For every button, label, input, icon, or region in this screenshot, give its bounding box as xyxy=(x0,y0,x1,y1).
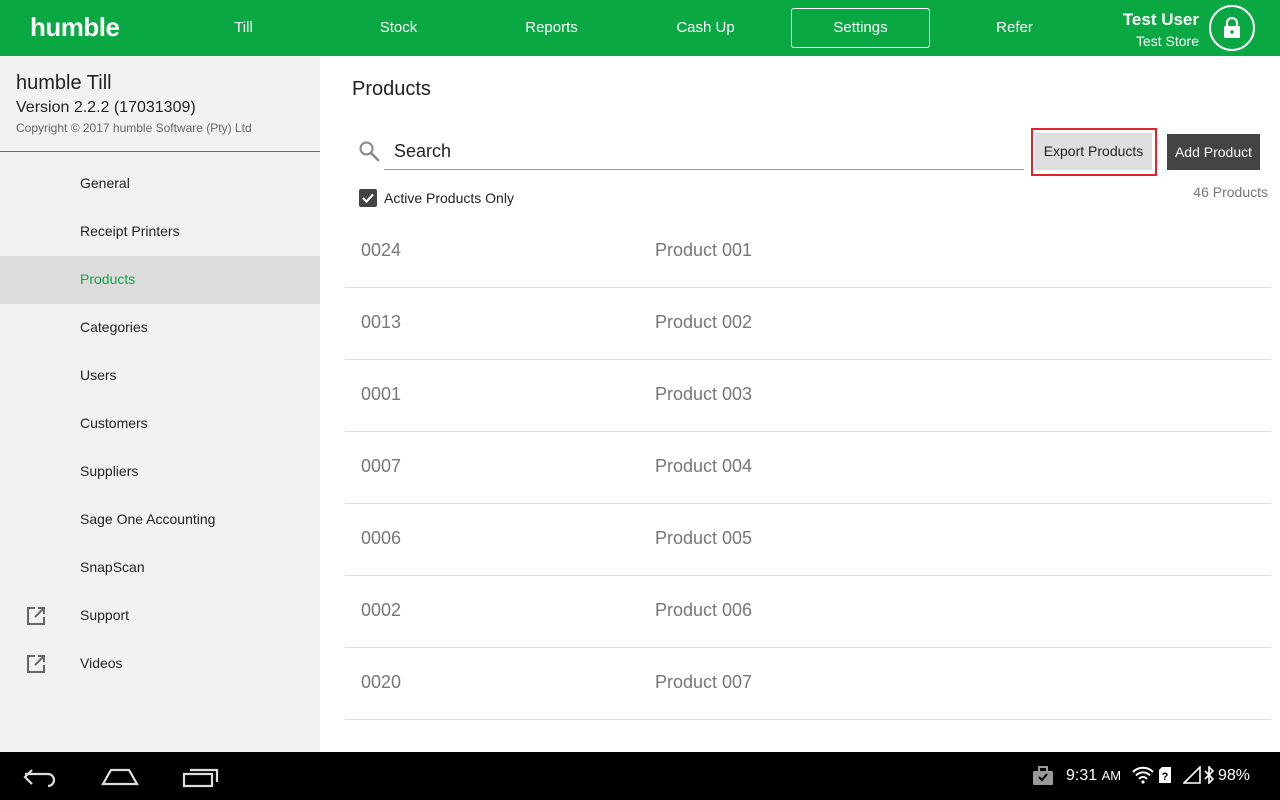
wifi-icon xyxy=(1132,766,1154,784)
product-code: 0013 xyxy=(361,312,402,332)
sidebar-item-label: Categories xyxy=(80,319,148,335)
sidebar-item-label: SnapScan xyxy=(80,559,145,575)
nav-cash-up[interactable]: Cash Up xyxy=(636,8,775,48)
lock-icon xyxy=(1224,17,1240,38)
humble-logo[interactable]: humble xyxy=(30,12,120,43)
sidebar-item-receipt-printers[interactable]: Receipt Printers xyxy=(0,208,320,256)
home-icon[interactable] xyxy=(100,766,140,788)
product-name: Product 003 xyxy=(655,384,753,404)
product-name: Product 002 xyxy=(655,312,753,332)
sidebar-item-label: Suppliers xyxy=(80,463,139,479)
sidebar-item-suppliers[interactable]: Suppliers xyxy=(0,448,320,496)
product-name: Product 007 xyxy=(655,672,753,692)
table-row[interactable]: 0001 Product 003 xyxy=(345,360,1271,432)
user-name: Test User xyxy=(1122,10,1199,29)
table-row[interactable]: 0020 Product 007 xyxy=(345,648,1271,720)
nav-reports[interactable]: Reports xyxy=(482,8,621,48)
external-link-icon xyxy=(27,607,45,625)
active-products-checkbox[interactable] xyxy=(359,189,377,207)
search-field xyxy=(384,134,1024,170)
battery-percent: 98% xyxy=(1218,767,1251,784)
sidebar-item-categories[interactable]: Categories xyxy=(0,304,320,352)
bluetooth-icon xyxy=(1204,766,1215,784)
sim-alert-icon: ? xyxy=(1159,767,1171,783)
nav-refer[interactable]: Refer xyxy=(945,8,1084,48)
top-bar: humble Till Stock Reports Cash Up Settin… xyxy=(0,0,1280,56)
product-code: 0006 xyxy=(361,528,402,548)
product-name: Product 006 xyxy=(655,600,753,620)
clock-time: 9:31 AM xyxy=(1066,767,1122,784)
sidebar-item-support[interactable]: Support xyxy=(0,592,320,640)
recent-apps-icon[interactable] xyxy=(182,766,220,788)
sidebar-item-sage-one-accounting[interactable]: Sage One Accounting xyxy=(0,496,320,544)
table-row[interactable]: 0006 Product 005 xyxy=(345,504,1271,576)
products-panel: Products Export Products Add Product Act… xyxy=(320,56,1280,752)
product-code: 0002 xyxy=(361,600,402,620)
sidebar-item-label: Customers xyxy=(80,415,148,431)
export-products-button[interactable]: Export Products xyxy=(1035,133,1152,170)
cell-signal-icon xyxy=(1183,766,1201,784)
product-code: 0020 xyxy=(361,672,402,692)
product-count: 46 Products xyxy=(1193,184,1268,200)
lock-button[interactable] xyxy=(1209,5,1255,51)
sidebar-item-label: Receipt Printers xyxy=(80,223,180,239)
product-code: 0024 xyxy=(361,240,402,260)
table-row[interactable]: 0013 Product 002 xyxy=(345,288,1271,360)
table-row[interactable]: 0007 Product 004 xyxy=(345,432,1271,504)
briefcase-icon xyxy=(1033,766,1053,785)
copyright-text: Copyright © 2017 humble Software (Pty) L… xyxy=(16,121,252,135)
page-title: Products xyxy=(352,78,431,100)
app-title: humble Till xyxy=(16,72,112,94)
search-icon xyxy=(359,141,380,162)
sidebar-item-label: Sage One Accounting xyxy=(80,511,216,527)
product-code: 0007 xyxy=(361,456,402,476)
sidebar-item-label: Support xyxy=(80,607,130,623)
nav-settings[interactable]: Settings xyxy=(791,8,930,48)
product-name: Product 004 xyxy=(655,456,753,476)
back-icon[interactable] xyxy=(22,766,58,788)
sidebar-item-general[interactable]: General xyxy=(0,160,320,208)
table-row[interactable]: 0024 Product 001 xyxy=(345,216,1271,288)
store-name: Test Store xyxy=(1135,33,1199,49)
product-code: 0001 xyxy=(361,384,402,404)
external-link-icon xyxy=(27,655,45,673)
sidebar-item-videos[interactable]: Videos xyxy=(0,640,320,688)
sidebar-item-users[interactable]: Users xyxy=(0,352,320,400)
checkmark-icon xyxy=(362,193,374,204)
sidebar-item-label: Products xyxy=(80,271,136,287)
nav-till[interactable]: Till xyxy=(174,8,313,48)
product-name: Product 001 xyxy=(655,240,753,260)
sidebar-item-label: Users xyxy=(80,367,117,383)
sidebar-item-label: General xyxy=(80,175,130,191)
nav-stock[interactable]: Stock xyxy=(329,8,468,48)
table-row[interactable]: 0002 Product 006 xyxy=(345,576,1271,648)
active-products-label[interactable]: Active Products Only xyxy=(384,190,514,206)
sidebar-divider xyxy=(0,151,320,152)
svg-text:?: ? xyxy=(1162,771,1169,783)
add-product-button[interactable]: Add Product xyxy=(1167,134,1260,170)
sidebar-item-products[interactable]: Products xyxy=(0,256,320,304)
sidebar-item-customers[interactable]: Customers xyxy=(0,400,320,448)
app-version: Version 2.2.2 (17031309) xyxy=(16,99,196,116)
settings-sidebar: humble Till Version 2.2.2 (17031309) Cop… xyxy=(0,56,320,752)
sidebar-item-label: Videos xyxy=(80,655,123,671)
system-nav-bar: 9:31 AM ? 98% xyxy=(0,752,1280,800)
search-input[interactable] xyxy=(384,134,1024,169)
sidebar-item-snapscan[interactable]: SnapScan xyxy=(0,544,320,592)
product-name: Product 005 xyxy=(655,528,753,548)
